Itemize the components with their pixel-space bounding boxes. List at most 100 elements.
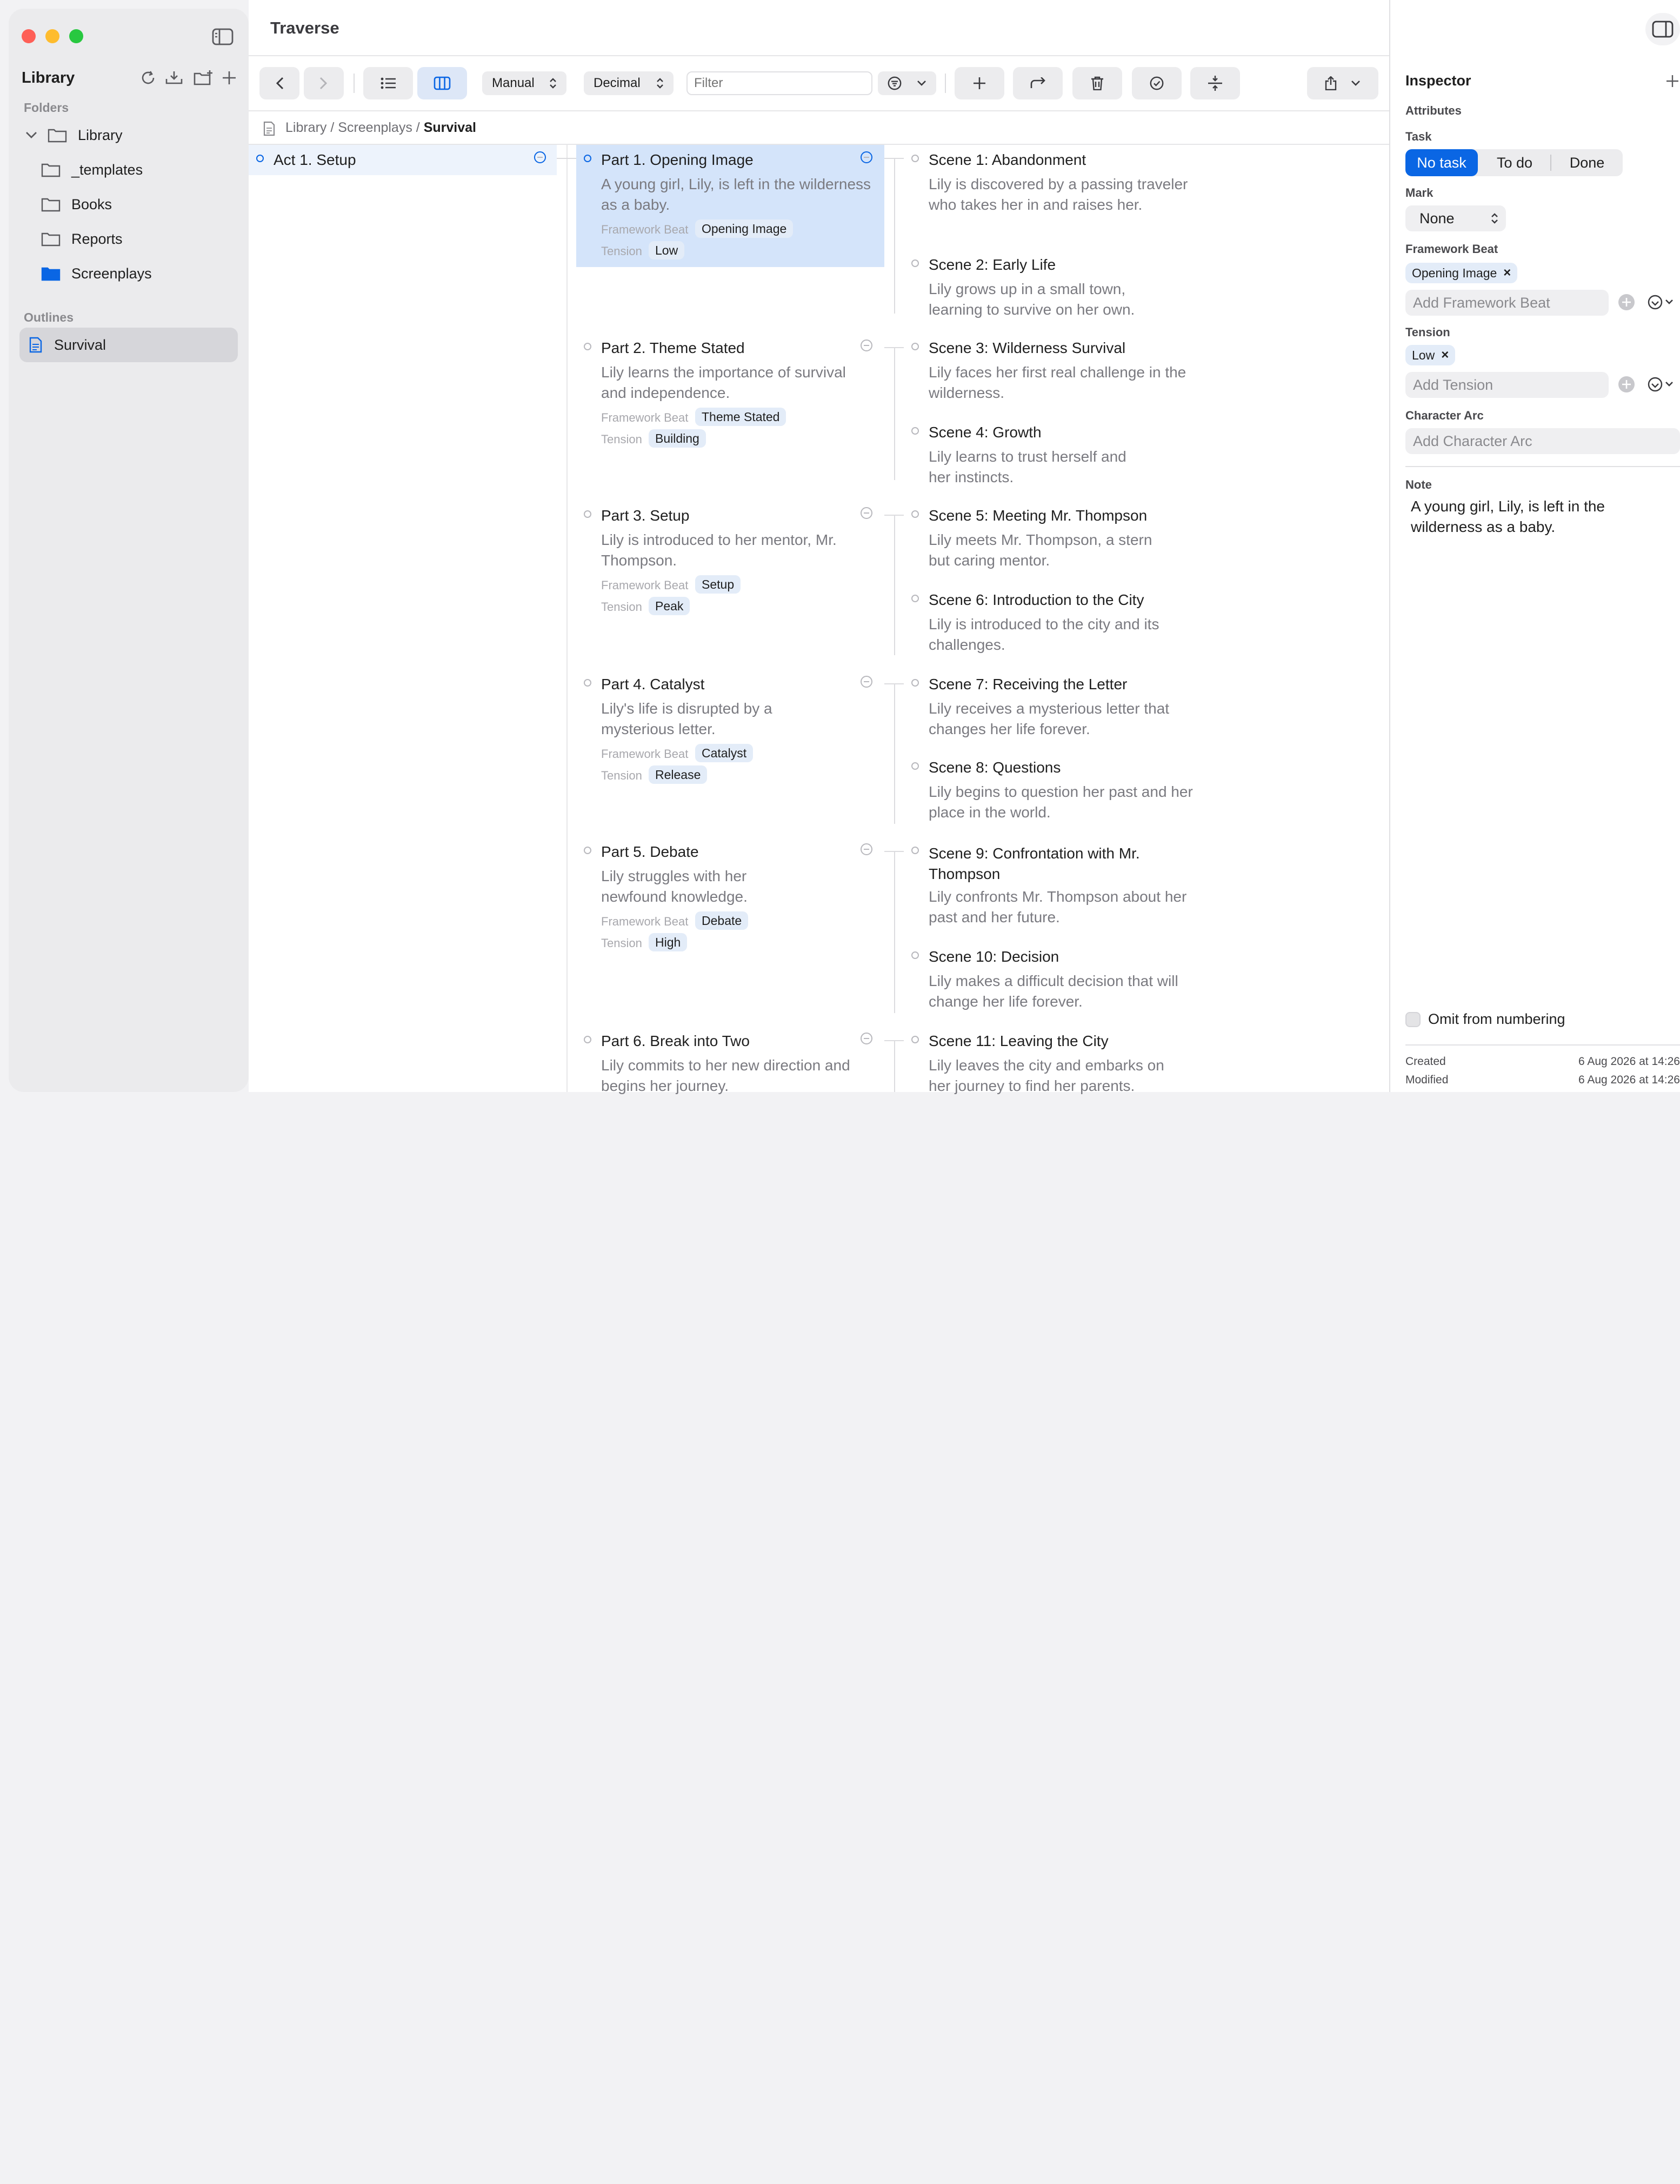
framework-beat-tag[interactable]: Opening Image × [1405, 263, 1518, 283]
framework-beat-tag[interactable]: Debate [695, 911, 749, 930]
tension-tag[interactable]: Building [649, 429, 706, 448]
outline-bullet[interactable] [584, 510, 591, 518]
sidebar-item-reports[interactable]: Reports [41, 223, 123, 255]
collapse-icon[interactable] [861, 1033, 872, 1044]
filter-options-button[interactable] [878, 71, 936, 95]
add-tension-input[interactable]: Add Tension [1405, 372, 1609, 398]
outline-item-title[interactable]: Scene 2: Early Life [929, 256, 1056, 274]
collapse-icon[interactable] [861, 507, 872, 519]
add-icon[interactable] [219, 68, 239, 88]
tag-options-icon[interactable] [1645, 293, 1678, 311]
indent-button[interactable] [1013, 67, 1063, 99]
add-icon[interactable] [1665, 74, 1680, 89]
split-button[interactable] [1190, 67, 1240, 99]
outline-item-title[interactable]: Scene 6: Introduction to the City [929, 591, 1144, 609]
list-view-button[interactable] [363, 67, 413, 99]
breadcrumb-library[interactable]: Library [285, 120, 326, 135]
omit-numbering-checkbox[interactable] [1405, 1012, 1421, 1027]
new-folder-icon[interactable] [192, 68, 214, 88]
tension-tag[interactable]: Release [649, 765, 708, 784]
outline-item-title[interactable]: Scene 5: Meeting Mr. Thompson [929, 507, 1147, 524]
share-button[interactable] [1307, 67, 1378, 99]
outline-bullet[interactable] [584, 679, 591, 687]
filter-input[interactable] [686, 71, 872, 95]
outline-item-title[interactable]: Scene 10: Decision [929, 948, 1059, 966]
task-option-to-do[interactable]: To do [1479, 149, 1550, 176]
delete-button[interactable] [1072, 67, 1122, 99]
add-item-button[interactable] [955, 67, 1004, 99]
collapse-icon[interactable] [861, 843, 872, 855]
framework-beat-tag[interactable]: Opening Image [695, 219, 794, 238]
collapse-icon[interactable] [861, 151, 872, 163]
outline-item-title[interactable]: Part 4. Catalyst [601, 676, 704, 693]
remove-tag-icon[interactable]: × [1441, 348, 1449, 363]
toggle-sidebar-icon[interactable] [211, 27, 235, 46]
collapse-icon[interactable] [861, 339, 872, 351]
outline-item-title[interactable]: Part 5. Debate [601, 843, 699, 861]
import-icon[interactable] [163, 68, 185, 88]
add-framework-beat-input[interactable]: Add Framework Beat [1405, 290, 1609, 316]
outline-item-title[interactable]: Part 6. Break into Two [601, 1033, 750, 1050]
toggle-inspector-icon[interactable] [1645, 13, 1680, 45]
outline-bullet[interactable] [911, 259, 919, 267]
outline-item-title[interactable]: Scene 11: Leaving the City [929, 1033, 1109, 1050]
close-window-button[interactable] [22, 29, 36, 43]
outline-bullet[interactable] [911, 595, 919, 602]
outline-bullet[interactable] [584, 1036, 591, 1043]
sidebar-item-screenplays[interactable]: Screenplays [41, 257, 152, 290]
collapse-icon[interactable] [534, 151, 546, 163]
outline-item-title[interactable]: Scene 3: Wilderness Survival [929, 339, 1125, 357]
collapse-icon[interactable] [861, 676, 872, 688]
sidebar-item-survival-row[interactable]: Survival [28, 329, 106, 361]
tension-tag[interactable]: Low [649, 241, 685, 259]
outline-bullet[interactable] [911, 1036, 919, 1043]
outline-item-title[interactable]: Scene 7: Receiving the Letter [929, 676, 1127, 693]
breadcrumb-screenplays[interactable]: Screenplays [338, 120, 412, 135]
outline-bullet[interactable] [584, 155, 591, 162]
outline-bullet[interactable] [911, 427, 919, 435]
outline-item-title[interactable]: Act 1. Setup [274, 151, 356, 169]
mark-done-button[interactable] [1132, 67, 1182, 99]
framework-beat-tag[interactable]: Setup [695, 575, 741, 594]
outline-bullet[interactable] [911, 510, 919, 518]
tension-tag[interactable]: Peak [649, 597, 690, 615]
framework-beat-tag[interactable]: Catalyst [695, 744, 754, 762]
outline-item-title[interactable]: Part 3. Setup [601, 507, 689, 524]
outline-bullet[interactable] [911, 951, 919, 959]
outline-item-title[interactable]: Scene 1: Abandonment [929, 151, 1086, 169]
refresh-icon[interactable] [138, 68, 158, 88]
sidebar-item-library[interactable]: Library [24, 119, 123, 151]
minimize-window-button[interactable] [45, 29, 59, 43]
outline-bullet[interactable] [911, 762, 919, 770]
column-view-button[interactable] [417, 67, 467, 99]
add-circle-icon[interactable] [1618, 294, 1635, 310]
forward-button[interactable] [304, 67, 344, 99]
outline-bullet[interactable] [584, 343, 591, 350]
tension-tag[interactable]: Low × [1405, 345, 1456, 365]
mark-select[interactable]: None [1405, 205, 1506, 231]
zoom-window-button[interactable] [69, 29, 83, 43]
outline-bullet[interactable] [911, 679, 919, 687]
tension-tag[interactable]: High [649, 933, 688, 951]
sidebar-item-books[interactable]: Books [41, 188, 112, 221]
chevron-down-icon[interactable] [24, 131, 39, 139]
framework-beat-tag[interactable]: Theme Stated [695, 408, 786, 426]
outline-bullet[interactable] [911, 155, 919, 162]
outline-item-title[interactable]: Scene 9: Confrontation with Mr. Thompson [929, 843, 1145, 884]
sidebar-item-templates[interactable]: _templates [41, 154, 143, 186]
sort-select[interactable]: Manual [482, 71, 566, 95]
task-option-done[interactable]: Done [1551, 149, 1623, 176]
outline-item-title[interactable]: Scene 4: Growth [929, 424, 1042, 441]
outline-bullet[interactable] [911, 343, 919, 350]
outline-item-title[interactable]: Scene 8: Questions [929, 759, 1061, 776]
outline-bullet[interactable] [584, 847, 591, 854]
outline-item-title[interactable]: Part 2. Theme Stated [601, 339, 745, 357]
back-button[interactable] [259, 67, 299, 99]
add-character-arc-input[interactable]: Add Character Arc [1405, 428, 1680, 454]
outline-item-title[interactable]: Part 1. Opening Image [601, 151, 754, 169]
note-text[interactable]: A young girl, Lily, is left in the wilde… [1411, 496, 1670, 537]
tag-options-icon[interactable] [1645, 375, 1678, 394]
task-option-no-task[interactable]: No task [1405, 149, 1478, 176]
remove-tag-icon[interactable]: × [1503, 265, 1511, 281]
outline-bullet[interactable] [911, 847, 919, 854]
